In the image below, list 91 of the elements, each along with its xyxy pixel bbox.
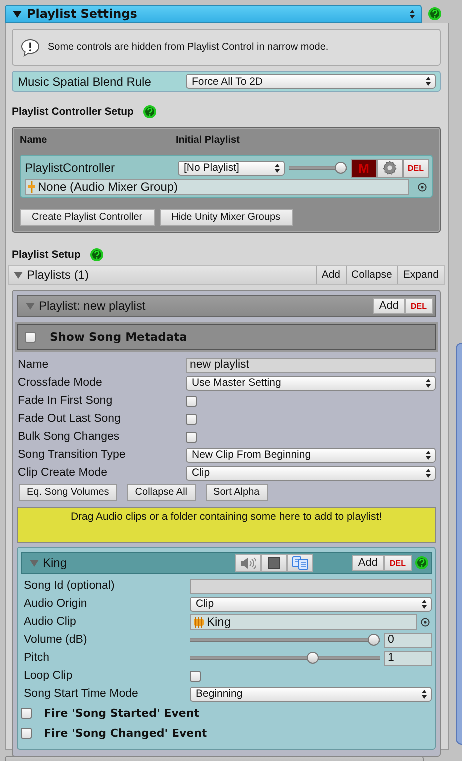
stop-icon <box>268 557 280 569</box>
add-button[interactable]: Add <box>373 298 405 314</box>
add-button[interactable]: Add <box>352 555 384 571</box>
checkbox[interactable] <box>21 728 32 738</box>
fader-icon <box>28 181 36 193</box>
checkbox[interactable] <box>186 414 197 424</box>
delete-button[interactable]: DEL <box>403 158 429 178</box>
column-header: Initial Playlist <box>176 134 240 146</box>
text-field[interactable] <box>190 578 432 594</box>
preview-button[interactable] <box>235 554 262 572</box>
dropdown[interactable]: New Clip From Beginning <box>186 448 436 462</box>
help-icon <box>90 248 104 262</box>
drop-hint: Drag Audio clips or a folder containing some here to add to playlist! <box>70 511 382 525</box>
slider-thumb[interactable] <box>368 634 380 646</box>
event-label: Fire 'Song Started' Event <box>44 706 200 720</box>
field-label: Name <box>18 359 50 371</box>
dropdown[interactable]: Use Master Setting <box>186 376 436 390</box>
dropdown[interactable]: Clip <box>190 596 432 612</box>
updown-arrows-icon <box>275 164 280 172</box>
dropdown[interactable]: Beginning <box>190 686 432 702</box>
object-field[interactable]: None (Audio Mixer Group) <box>25 179 409 195</box>
field-label: Fade Out Last Song <box>18 413 122 425</box>
audio-clip-icon <box>193 616 205 628</box>
section-heading: Playlist Setup <box>12 249 81 261</box>
number-field[interactable]: 1 <box>384 650 432 666</box>
help-icon <box>142 105 157 119</box>
field-label: Music Spatial Blend Rule <box>18 74 152 88</box>
playlist-toggle[interactable]: Playlist: new playlist <box>26 299 374 313</box>
button[interactable]: Hide Unity Mixer Groups <box>160 209 293 226</box>
song-toggle[interactable]: King <box>30 556 232 570</box>
field-label: Clip Create Mode <box>18 467 108 479</box>
object-picker-icon <box>418 182 427 192</box>
checkbox[interactable] <box>25 332 36 342</box>
updown-arrows-icon <box>426 468 431 478</box>
column-header: Name <box>20 134 48 146</box>
checkbox[interactable] <box>186 432 197 442</box>
controller-name: PlaylistController <box>25 161 116 175</box>
button[interactable]: Add <box>316 266 346 284</box>
checkbox[interactable] <box>190 670 201 682</box>
updown-arrows-icon <box>410 10 415 18</box>
button[interactable]: Collapse All <box>127 484 196 501</box>
updown-arrows-icon <box>426 378 431 388</box>
number-field[interactable]: 0 <box>384 632 432 648</box>
help-icon <box>428 7 442 21</box>
button[interactable]: Eq. Song Volumes <box>19 484 118 501</box>
field-label: Crossfade Mode <box>18 377 104 389</box>
dropdown[interactable]: Clip <box>186 466 436 480</box>
delete-button[interactable]: DEL <box>405 298 433 314</box>
help-icon <box>415 556 429 570</box>
field-label: Song Transition Type <box>18 449 127 461</box>
event-label: Fire 'Song Changed' Event <box>44 726 208 740</box>
field-label: Pitch <box>24 652 51 664</box>
updown-arrows-icon <box>422 690 427 698</box>
dropdown[interactable]: Force All To 2D <box>186 74 436 89</box>
field-label: Loop Clip <box>24 670 74 682</box>
button[interactable]: Expand <box>397 266 444 284</box>
documents-icon <box>292 556 309 570</box>
stop-button[interactable] <box>261 554 288 572</box>
object-picker-icon <box>421 618 430 626</box>
notice-text: Some controls are hidden from Playlist Control in narrow mode. <box>48 42 329 53</box>
button[interactable]: Sort Alpha <box>206 484 268 501</box>
field-label: Bulk Song Changes <box>18 431 121 443</box>
checkbox[interactable] <box>21 708 32 718</box>
text-field[interactable]: new playlist <box>186 358 436 372</box>
warning-bubble-icon <box>21 38 40 56</box>
field-label: Song Start Time Mode <box>24 688 140 700</box>
section-header[interactable]: Playlist Settings <box>5 5 422 23</box>
field-label: Audio Origin <box>24 598 88 610</box>
button[interactable]: Create Playlist Controller <box>20 209 155 226</box>
updown-arrows-icon <box>426 77 431 86</box>
settings-button[interactable] <box>377 158 403 178</box>
field-label: Audio Clip <box>24 616 78 628</box>
checkbox[interactable] <box>186 396 197 406</box>
settings-icon <box>383 161 397 175</box>
section-title: Playlist Settings <box>27 7 138 21</box>
field-label: Song Id (optional) <box>24 580 116 592</box>
updown-arrows-icon <box>426 450 431 460</box>
field-label: Volume (dB) <box>24 634 88 646</box>
section-heading: Playlist Controller Setup <box>12 106 134 118</box>
field-label: Fade In First Song <box>18 395 114 407</box>
button[interactable]: Collapse <box>346 266 398 284</box>
speaker-icon <box>240 556 256 570</box>
updown-arrows-icon <box>422 600 427 608</box>
metadata-label: Show Song Metadata <box>50 330 188 344</box>
object-field[interactable]: King <box>190 614 417 630</box>
dropdown[interactable]: [No Playlist] <box>178 160 285 176</box>
delete-button[interactable]: DEL <box>384 555 412 571</box>
scroll-thumb[interactable] <box>456 343 462 745</box>
slider-thumb[interactable] <box>307 652 320 664</box>
slider-thumb[interactable] <box>335 162 347 174</box>
list-toggle[interactable]: Playlists (1) <box>9 266 316 284</box>
